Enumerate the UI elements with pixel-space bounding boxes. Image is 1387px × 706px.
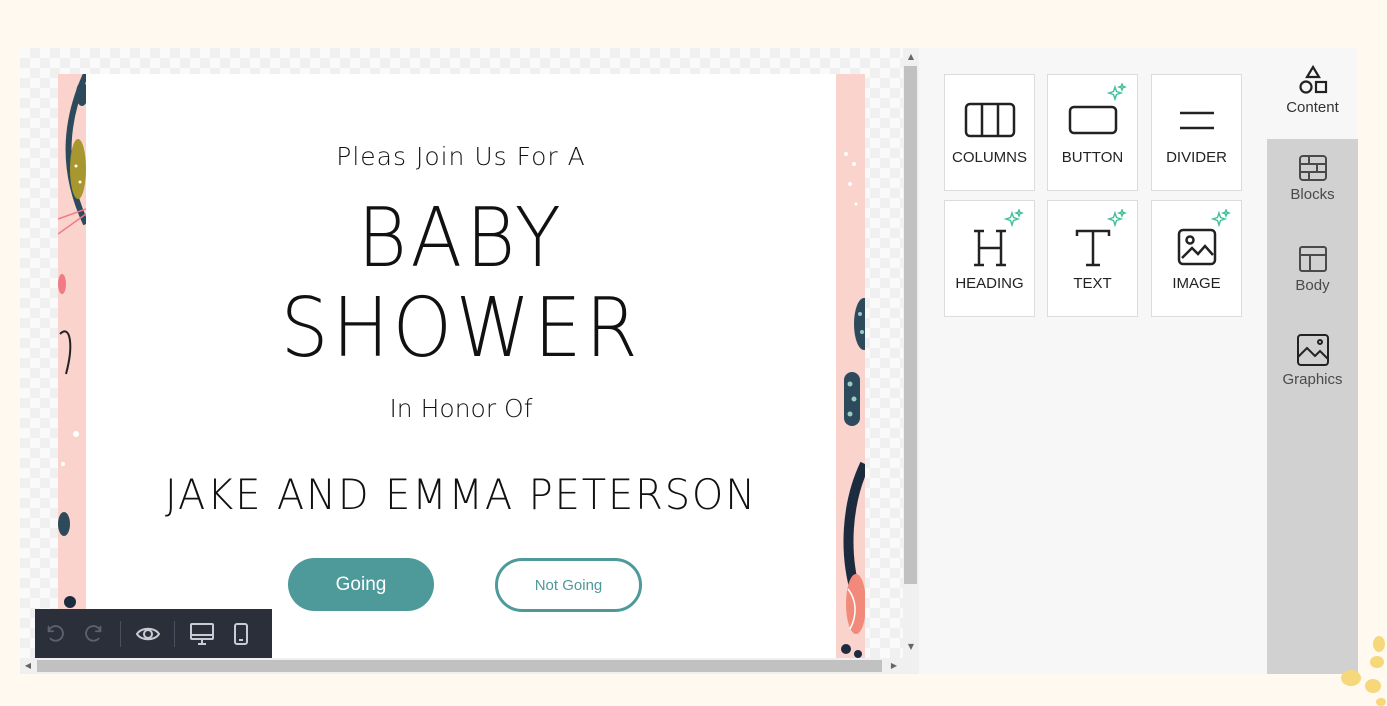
intro-text: Pleas Join Us For A xyxy=(336,142,586,171)
not-going-button[interactable]: Not Going xyxy=(495,558,642,612)
divider-icon xyxy=(1179,111,1214,130)
nav-graphics[interactable]: Graphics xyxy=(1267,333,1358,388)
going-button[interactable]: Going xyxy=(288,558,434,611)
scroll-down-icon[interactable]: ▼ xyxy=(903,640,919,654)
toolbar-divider xyxy=(120,621,121,647)
toolbar-divider xyxy=(174,621,175,647)
canvas-toolbar xyxy=(35,609,272,658)
ai-sparkle-icon xyxy=(1107,83,1127,102)
content-tools-panel: COLUMNS BUTTON DIVIDER HEADING TEXT IMAG… xyxy=(919,48,1267,674)
title-line-baby: BABY xyxy=(357,191,565,286)
tool-button[interactable]: BUTTON xyxy=(1047,74,1138,191)
nav-body[interactable]: Body xyxy=(1267,245,1358,294)
email-editor: Pleas Join Us For A BABY SHOWER In Honor… xyxy=(20,48,1358,674)
undo-icon xyxy=(47,625,64,642)
side-nav: Content Blocks Body Graphics xyxy=(1267,48,1358,674)
email-body: Pleas Join Us For A BABY SHOWER In Honor… xyxy=(86,74,836,658)
scroll-left-icon[interactable]: ◀ xyxy=(21,658,35,674)
mobile-icon xyxy=(233,623,248,645)
honor-text: In Honor Of xyxy=(389,394,533,423)
heading-icon xyxy=(973,229,1006,267)
canvas[interactable]: Pleas Join Us For A BABY SHOWER In Honor… xyxy=(20,48,903,658)
nav-label: Graphics xyxy=(1282,371,1343,388)
eye-icon xyxy=(135,627,160,641)
mobile-view-button[interactable] xyxy=(221,609,260,658)
redo-button[interactable] xyxy=(74,609,113,658)
ai-sparkle-icon xyxy=(1211,209,1231,228)
corner-dots-decoration xyxy=(1341,636,1386,706)
layout-icon xyxy=(1298,246,1327,272)
tool-columns[interactable]: COLUMNS xyxy=(944,74,1035,191)
blocks-icon xyxy=(1298,155,1327,181)
tool-divider[interactable]: DIVIDER xyxy=(1151,74,1242,191)
active-tab-pointer xyxy=(1257,86,1267,106)
scroll-up-icon[interactable]: ▲ xyxy=(903,50,919,64)
tool-text[interactable]: TEXT xyxy=(1047,200,1138,317)
floral-decoration-right xyxy=(841,152,865,658)
shapes-icon xyxy=(1298,65,1327,94)
nav-content[interactable]: Content xyxy=(1267,48,1358,139)
tool-image[interactable]: IMAGE xyxy=(1151,200,1242,317)
vertical-scroll-thumb[interactable] xyxy=(904,66,917,584)
undo-button[interactable] xyxy=(35,609,74,658)
honoree-names: JAKE AND EMMA PETERSON xyxy=(165,470,757,519)
desktop-icon xyxy=(189,623,214,645)
nav-label: Blocks xyxy=(1290,186,1335,203)
preview-button[interactable] xyxy=(128,609,167,658)
nav-blocks[interactable]: Blocks xyxy=(1267,154,1358,203)
ai-sparkle-icon xyxy=(1107,209,1127,228)
button-icon xyxy=(1068,105,1117,135)
tool-label: HEADING xyxy=(955,275,1024,292)
tool-label: DIVIDER xyxy=(1166,149,1227,166)
tool-label: IMAGE xyxy=(1172,275,1221,292)
desktop-view-button[interactable] xyxy=(182,609,221,658)
email-preview: Pleas Join Us For A BABY SHOWER In Honor… xyxy=(58,74,865,658)
title-line-shower: SHOWER xyxy=(280,281,642,376)
nav-label: Body xyxy=(1295,277,1330,294)
nav-label: Content xyxy=(1286,99,1339,116)
tool-label: BUTTON xyxy=(1061,149,1124,166)
vertical-scrollbar[interactable]: ▲ ▼ xyxy=(903,48,919,674)
horizontal-scrollbar[interactable]: ◀ ▶ xyxy=(20,658,903,674)
tool-label: COLUMNS xyxy=(951,149,1027,166)
image-icon xyxy=(1177,228,1216,266)
columns-icon xyxy=(964,102,1015,138)
text-icon xyxy=(1075,229,1110,267)
ai-sparkle-icon xyxy=(1004,209,1024,228)
floral-decoration-left xyxy=(58,74,86,618)
redo-icon xyxy=(84,625,101,642)
tool-heading[interactable]: HEADING xyxy=(944,200,1035,317)
tool-label: TEXT xyxy=(1073,275,1112,292)
picture-icon xyxy=(1296,334,1329,366)
horizontal-scroll-thumb[interactable] xyxy=(37,660,882,672)
scroll-right-icon[interactable]: ▶ xyxy=(887,658,901,674)
